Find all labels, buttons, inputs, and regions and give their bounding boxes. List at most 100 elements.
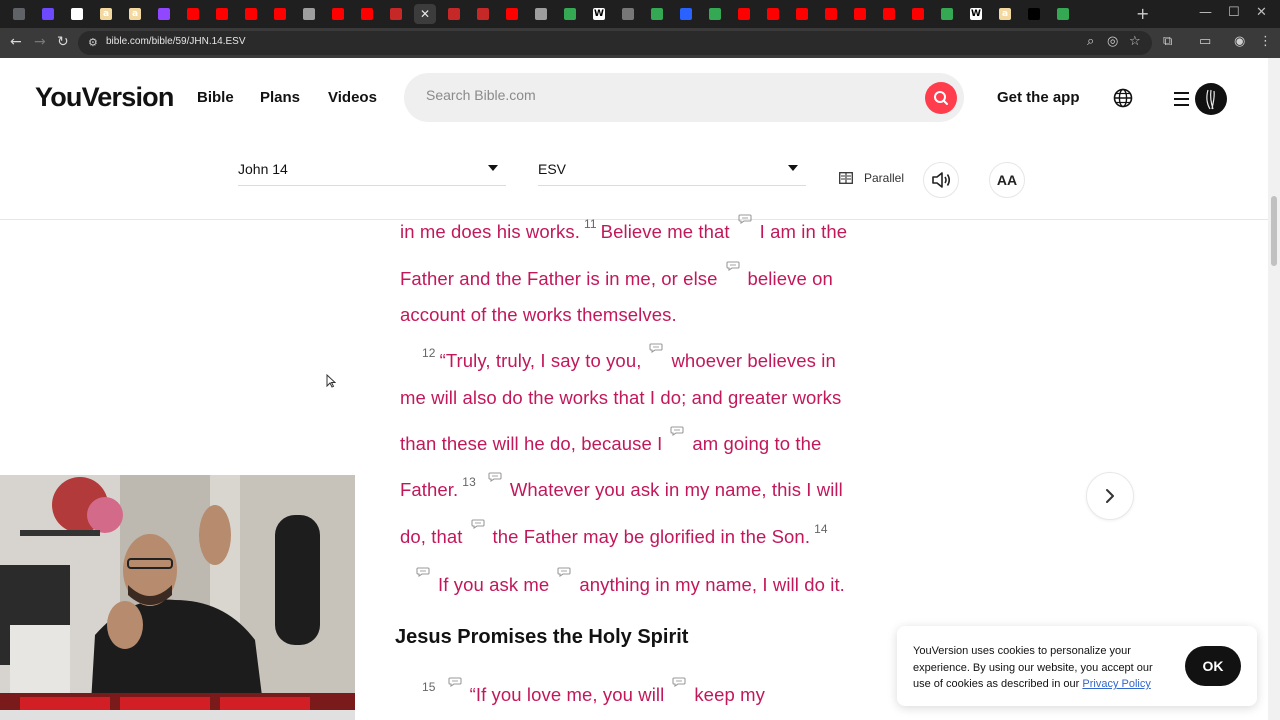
browser-tab[interactable]: [153, 4, 175, 24]
browser-tab[interactable]: W: [965, 4, 987, 24]
audio-button[interactable]: [923, 162, 959, 198]
browser-tab[interactable]: [936, 4, 958, 24]
verse-line[interactable]: 12 “Truly, truly, I say to you, whoever be…: [418, 343, 836, 372]
version-selector[interactable]: ESV: [538, 158, 806, 186]
browser-tab[interactable]: [443, 4, 465, 24]
get-the-app-link[interactable]: Get the app: [997, 89, 1080, 106]
browser-tab[interactable]: [472, 4, 494, 24]
nav-videos[interactable]: Videos: [328, 89, 377, 106]
browser-tab[interactable]: W: [588, 4, 610, 24]
verse-line[interactable]: Father and the Father is in me, or else b…: [400, 261, 833, 290]
page-scrollbar[interactable]: [1268, 58, 1280, 720]
browser-tab[interactable]: [66, 4, 88, 24]
reading-mode-icon[interactable]: ▭: [1199, 34, 1211, 49]
browser-tab[interactable]: [385, 4, 407, 24]
footnote-note-icon[interactable]: [557, 567, 571, 577]
browser-tab[interactable]: [849, 4, 871, 24]
close-window-icon[interactable]: ✕: [1256, 5, 1267, 20]
address-bar[interactable]: ⚙ bible.com/bible/59/JHN.14.ESV: [78, 31, 1152, 55]
zoom-icon[interactable]: ⌕: [1087, 34, 1094, 49]
verse-line[interactable]: If you ask me anything in my name, I will…: [408, 567, 845, 596]
footnote-note-icon[interactable]: [725, 261, 740, 271]
browser-tab[interactable]: [240, 4, 262, 24]
browser-tab[interactable]: [211, 4, 233, 24]
browser-tab[interactable]: ✕: [414, 4, 436, 24]
footnote-note-icon[interactable]: [738, 214, 752, 224]
browser-tab[interactable]: [646, 4, 668, 24]
cookie-ok-button[interactable]: OK: [1185, 646, 1241, 686]
browser-tab[interactable]: [327, 4, 349, 24]
browser-tab[interactable]: [704, 4, 726, 24]
new-tab-icon[interactable]: +: [1136, 4, 1149, 23]
chevron-right-icon: [1106, 489, 1114, 503]
browser-tab[interactable]: [1052, 4, 1074, 24]
browser-tab[interactable]: [733, 4, 755, 24]
privacy-policy-link[interactable]: Privacy Policy: [1082, 678, 1150, 690]
browser-tab[interactable]: [791, 4, 813, 24]
profile-icon[interactable]: ◉: [1234, 34, 1245, 49]
verse-line[interactable]: than these will he do, because I am going…: [400, 426, 821, 455]
footnote-note-icon[interactable]: [470, 519, 485, 529]
eye-off-icon[interactable]: ◎: [1107, 34, 1118, 49]
browser-tab[interactable]: [820, 4, 842, 24]
browser-tab[interactable]: a: [95, 4, 117, 24]
browser-tab[interactable]: a: [994, 4, 1016, 24]
browser-tab[interactable]: [182, 4, 204, 24]
footnote-note-icon[interactable]: [670, 426, 684, 436]
browser-tab[interactable]: [501, 4, 523, 24]
search-input[interactable]: [426, 87, 906, 103]
youversion-logo[interactable]: YouVersion: [35, 82, 174, 113]
youtube-icon: [216, 8, 228, 20]
footnote-note-icon[interactable]: [649, 343, 664, 353]
maximize-icon[interactable]: ☐: [1228, 5, 1240, 20]
verse-line[interactable]: me will also do the works that I do; and…: [400, 387, 841, 409]
font-settings-button[interactable]: AA: [989, 162, 1025, 198]
back-icon[interactable]: ←: [10, 34, 22, 50]
extensions-icon[interactable]: ⧉: [1163, 34, 1172, 49]
forward-icon[interactable]: →: [34, 34, 46, 50]
browser-tab[interactable]: [8, 4, 30, 24]
browser-tab[interactable]: [298, 4, 320, 24]
browser-tab[interactable]: [878, 4, 900, 24]
webcam-video-image: [0, 475, 355, 720]
footnote-note-icon[interactable]: [488, 472, 502, 482]
site-info-icon[interactable]: ⚙: [88, 36, 98, 49]
browser-tab[interactable]: [675, 4, 697, 24]
browser-menu-icon[interactable]: ⋮: [1259, 34, 1272, 49]
search-button[interactable]: [925, 82, 957, 114]
nav-bible[interactable]: Bible: [197, 89, 234, 106]
browser-tab[interactable]: [269, 4, 291, 24]
footnote-note-icon[interactable]: [448, 677, 462, 687]
reload-icon[interactable]: ↻: [57, 34, 69, 50]
language-globe-icon[interactable]: [1113, 88, 1133, 108]
browser-tab[interactable]: a: [124, 4, 146, 24]
browser-tab[interactable]: [617, 4, 639, 24]
verse-number: 13: [462, 475, 476, 489]
browser-tab[interactable]: [356, 4, 378, 24]
nav-plans[interactable]: Plans: [260, 89, 300, 106]
bookmark-star-icon[interactable]: ☆: [1129, 34, 1141, 49]
scrollbar-thumb[interactable]: [1271, 196, 1277, 266]
browser-tab[interactable]: [559, 4, 581, 24]
browser-tab[interactable]: [762, 4, 784, 24]
browser-tab[interactable]: [907, 4, 929, 24]
verse-line[interactable]: do, that the Father may be glorified in t…: [400, 519, 832, 548]
tab-close-icon[interactable]: ✕: [420, 7, 430, 21]
next-chapter-button[interactable]: [1086, 472, 1134, 520]
footnote-note-icon[interactable]: [672, 677, 686, 687]
account-menu-button[interactable]: [1174, 83, 1228, 115]
browser-tab[interactable]: [1023, 4, 1045, 24]
verse-line[interactable]: Father. 13 Whatever you ask in my name, th…: [400, 472, 843, 501]
book-chapter-selector[interactable]: John 14: [238, 158, 506, 186]
minimize-icon[interactable]: —: [1199, 5, 1212, 20]
verse-line[interactable]: account of the works themselves.: [400, 304, 677, 326]
youtube-icon: [274, 8, 286, 20]
browser-tab[interactable]: [530, 4, 552, 24]
url-text[interactable]: bible.com/bible/59/JHN.14.ESV: [106, 36, 246, 47]
youtube-icon: [796, 8, 808, 20]
avatar[interactable]: [1195, 83, 1227, 115]
footnote-note-icon[interactable]: [416, 567, 430, 577]
verse-line[interactable]: in me does his works. 11 Believe me that I …: [400, 214, 847, 243]
verse-line[interactable]: 15 “If you love me, you will keep my: [418, 677, 765, 706]
browser-tab[interactable]: [37, 4, 59, 24]
